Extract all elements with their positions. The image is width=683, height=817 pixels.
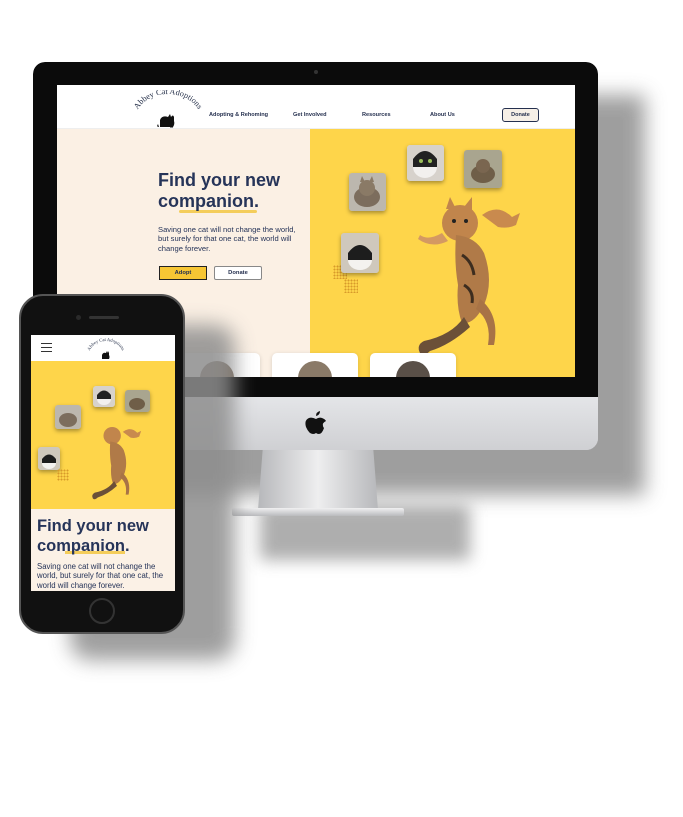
feature-card[interactable]	[272, 353, 358, 377]
hero-text: Saving one cat will not change the world…	[158, 225, 296, 253]
phone-screen: Abbey Cat Adoptions Find your new compan…	[31, 335, 175, 591]
card-cat-avatar	[396, 361, 430, 377]
cat-photo-brown	[125, 390, 150, 412]
cat-photo-tuxedo	[93, 386, 115, 407]
card-cat-avatar	[298, 361, 332, 377]
monitor-stand	[258, 448, 378, 510]
apple-logo-icon	[305, 411, 326, 434]
nav-resources[interactable]: Resources	[362, 112, 391, 118]
jumping-cat-image	[418, 197, 520, 355]
cat-photo-brown	[464, 150, 502, 188]
nav-get-involved[interactable]: Get Involved	[293, 112, 327, 118]
cat-photo-tabby	[349, 173, 386, 211]
monitor-stand-foot	[232, 508, 404, 516]
hero-title: Find your new companion.	[158, 170, 281, 211]
feature-card[interactable]	[370, 353, 456, 377]
phone-hero-image	[31, 361, 175, 509]
device-mockup-stage: Abbey Cat Adoptions Adopting & Rehoming …	[0, 0, 683, 817]
adopt-button[interactable]: Adopt	[159, 266, 207, 280]
dot-pattern-decoration	[57, 469, 69, 481]
dot-pattern-decoration	[344, 279, 358, 293]
speaker-grille	[89, 316, 119, 319]
logo-text: Abbey Cat Adoptions	[86, 337, 126, 351]
abbey-cat-logo[interactable]: Abbey Cat Adoptions	[86, 337, 126, 359]
nav-adopting-rehoming[interactable]: Adopting & Rehoming	[209, 112, 268, 118]
camera-icon	[314, 70, 318, 74]
donate-button[interactable]: Donate	[214, 266, 262, 280]
desktop-nav: Abbey Cat Adoptions Adopting & Rehoming …	[57, 85, 575, 129]
abbey-cat-logo[interactable]: Abbey Cat Adoptions	[129, 90, 207, 128]
cat-photo-black-white	[341, 233, 379, 273]
logo-text: Abbey Cat Adoptions	[132, 90, 204, 111]
mobile-phone: Abbey Cat Adoptions Find your new compan…	[19, 294, 185, 634]
cat-photo-tuxedo	[407, 145, 444, 181]
cat-photo-black-white	[38, 447, 60, 470]
hamburger-menu-icon[interactable]	[41, 343, 52, 352]
cat-photo-tabby	[55, 405, 81, 429]
nav-about-us[interactable]: About Us	[430, 112, 455, 118]
nav-donate-button[interactable]: Donate	[502, 108, 539, 122]
jumping-cat-image	[92, 427, 142, 500]
hero-title: Find your new companion.	[37, 517, 149, 555]
front-camera-icon	[76, 315, 81, 320]
phone-nav: Abbey Cat Adoptions	[31, 335, 175, 361]
hero-text: Saving one cat will not change the world…	[37, 562, 164, 590]
home-button[interactable]	[89, 598, 115, 624]
